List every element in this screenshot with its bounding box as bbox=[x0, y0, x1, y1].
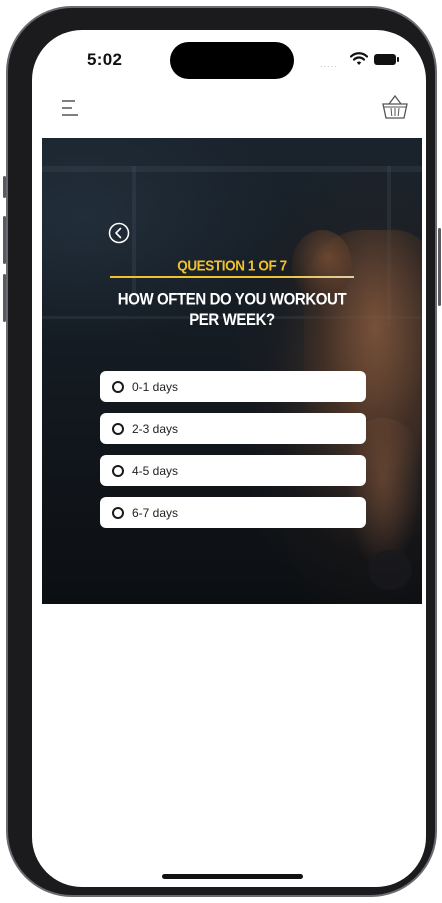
option-0-1-days[interactable]: 0-1 days bbox=[100, 371, 366, 402]
option-6-7-days[interactable]: 6-7 days bbox=[100, 497, 366, 528]
home-indicator[interactable] bbox=[162, 874, 303, 879]
radio-icon[interactable] bbox=[112, 464, 124, 477]
option-label: 6-7 days bbox=[132, 505, 179, 520]
status-time: 5:02 bbox=[87, 50, 123, 69]
shopping-basket-icon[interactable] bbox=[381, 94, 409, 120]
gym-post bbox=[132, 166, 136, 306]
volume-up-button bbox=[3, 216, 6, 264]
side-button bbox=[3, 176, 6, 198]
signal-indicator: ..... bbox=[320, 59, 338, 69]
gym-beam bbox=[42, 166, 422, 172]
option-label: 2-3 days bbox=[132, 421, 179, 436]
power-button bbox=[438, 228, 441, 306]
hamburger-menu-icon[interactable] bbox=[61, 98, 81, 118]
battery-icon bbox=[374, 54, 399, 65]
screen: 5:02 ..... QUESTION 1 OF 7 HOW OFTEN DO … bbox=[32, 30, 426, 887]
wifi-icon bbox=[350, 52, 368, 65]
radio-icon[interactable] bbox=[112, 506, 124, 519]
option-label: 4-5 days bbox=[132, 463, 179, 478]
question-title: HOW OFTEN DO YOU WORKOUT PER WEEK? bbox=[117, 290, 347, 330]
dynamic-island bbox=[170, 42, 294, 79]
chevron-left-circle-icon[interactable] bbox=[108, 222, 130, 244]
option-label: 0-1 days bbox=[132, 379, 179, 394]
question-divider bbox=[110, 276, 354, 278]
volume-down-button bbox=[3, 274, 6, 322]
radio-icon[interactable] bbox=[112, 422, 124, 435]
radio-icon[interactable] bbox=[112, 380, 124, 393]
option-2-3-days[interactable]: 2-3 days bbox=[100, 413, 366, 444]
quiz-hero-panel: QUESTION 1 OF 7 HOW OFTEN DO YOU WORKOUT… bbox=[42, 138, 422, 604]
kettlebell-image bbox=[368, 550, 412, 590]
option-4-5-days[interactable]: 4-5 days bbox=[100, 455, 366, 486]
question-counter: QUESTION 1 OF 7 bbox=[177, 257, 287, 274]
answer-options: 0-1 days 2-3 days 4-5 days 6-7 days bbox=[100, 371, 366, 539]
phone-frame: 5:02 ..... QUESTION 1 OF 7 HOW OFTEN DO … bbox=[3, 6, 441, 897]
